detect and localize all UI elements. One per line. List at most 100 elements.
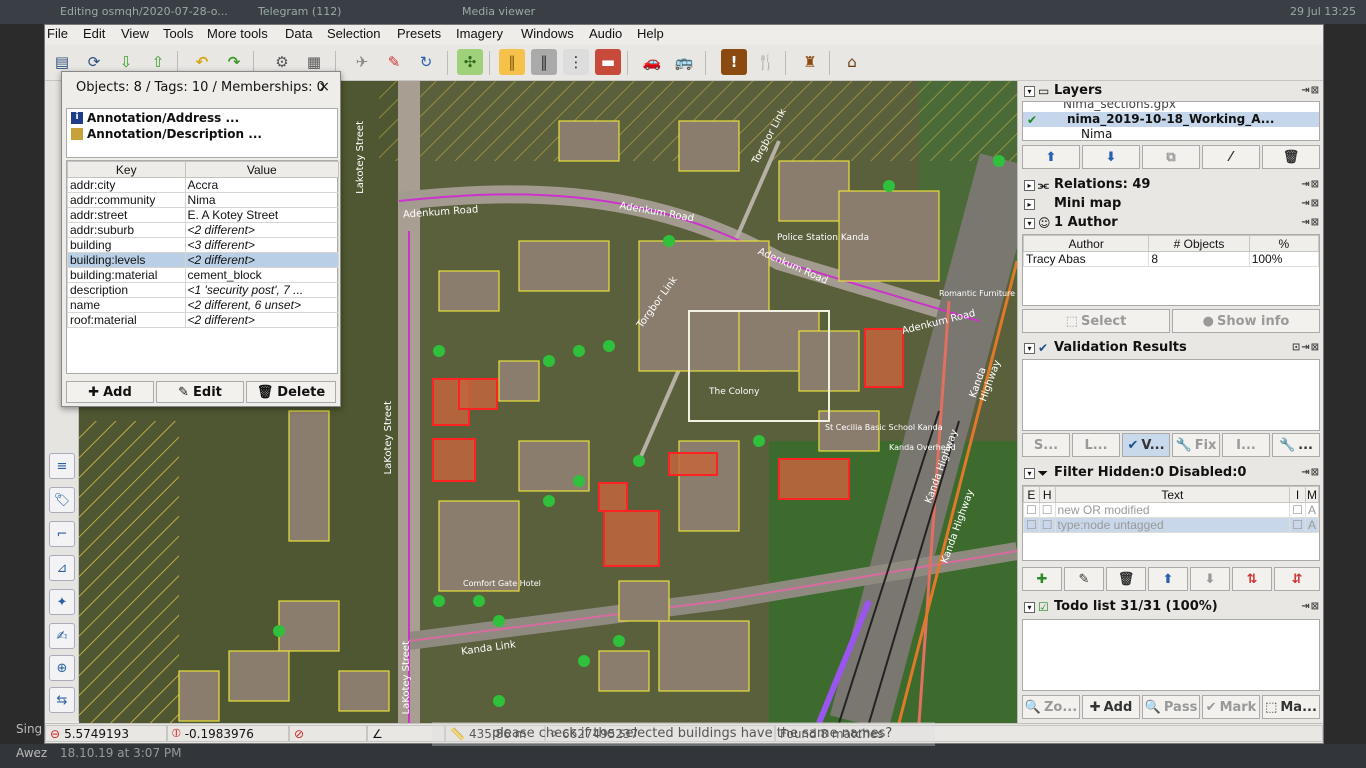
filter-down-icon[interactable]: ⬇ [1190,567,1230,591]
collapse-icon[interactable]: ▾ [1024,343,1035,354]
tag-road-icon[interactable]: ‖ [499,49,525,75]
hidden-checkbox[interactable]: ☐ [1038,502,1056,518]
minimap-panel-header[interactable]: ▸ Mini map ⇥⊠ [1018,196,1324,214]
list-item[interactable]: nima_2019-10-18_Working_A... [1067,112,1274,126]
panel-controls-icon[interactable]: ⇥⊠ [1301,467,1320,478]
tag-barrier-icon[interactable]: ▬ [595,49,621,75]
table-row[interactable]: addr:street E. A Kotey Street [67,207,340,223]
menu-edit[interactable]: Edit [83,26,105,41]
delete-tag-button[interactable]: 🗑 Delete [246,381,336,403]
value-column-header[interactable]: Value [184,161,340,178]
validate-button[interactable]: ✔ V... [1122,433,1170,457]
panel-controls-icon[interactable]: ⇥⊠ [1301,179,1320,190]
mark-todo-button[interactable]: ✔ Mark [1202,695,1260,719]
menu-more-tools[interactable]: More tools [207,26,268,41]
sort-filter-icon[interactable]: ⇅ [1232,567,1272,591]
collapse-icon[interactable]: ▾ [1024,218,1035,229]
menu-data[interactable]: Data [285,26,312,41]
map-paint-icon[interactable]: ✈ [349,49,375,75]
table-row-selected[interactable]: building:levels <2 different> [67,252,340,268]
menu-audio[interactable]: Audio [589,26,622,41]
zoom-icon[interactable]: ⊕ [49,655,75,681]
relations-panel-header[interactable]: ▸ ⫘ Relations: 49 ⇥⊠ [1018,177,1324,195]
layers-panel-header[interactable]: ▾ ▭ Layers ⇥⊠ [1018,83,1324,101]
edit-filter-icon[interactable]: ✎ [1064,567,1104,591]
factory-icon[interactable]: ⌂ [839,49,865,75]
list-item[interactable]: Nima_sections.gpx [1063,102,1176,111]
fix-button[interactable]: 🔧 Fix [1172,433,1220,457]
improve-way-icon[interactable]: ⌐ [49,521,75,547]
table-row[interactable]: roof:material <2 different> [67,312,340,328]
panel-controls-icon[interactable]: ⇥⊠ [1301,85,1320,96]
delete-filter-icon[interactable]: 🗑 [1106,567,1146,591]
menu-imagery[interactable]: Imagery [456,26,503,41]
table-row[interactable]: description <1 'security post', 7 ... [67,282,340,298]
more-todo-button[interactable]: ⬚ Ma... [1262,695,1320,719]
inverted-checkbox[interactable]: ☐ [1289,502,1306,518]
layer-settings-icon[interactable]: ⁄ [1202,145,1260,169]
refresh-icon[interactable]: ↻ [413,49,439,75]
menu-view[interactable]: View [121,26,149,41]
merge-icon[interactable]: ⧉ [1142,145,1200,169]
edit-tag-button[interactable]: ✎ Edit [156,381,244,403]
validation-select-button[interactable]: S... [1022,433,1070,457]
add-filter-icon[interactable]: ✚ [1022,567,1062,591]
extrude-icon[interactable]: ✦ [49,589,75,615]
table-row[interactable]: building <3 different> [67,237,340,253]
validation-lookup-button[interactable]: L... [1072,433,1120,457]
validation-more-button[interactable]: 🔧... [1272,433,1320,457]
draw-icon[interactable]: ✍ [49,623,75,649]
author-panel-header[interactable]: ▾ ☺ 1 Author ⇥⊠ [1018,215,1324,233]
text-column-header[interactable]: Text [1054,486,1291,503]
panel-controls-icon[interactable]: ⇥⊠ [1301,217,1320,228]
list-item[interactable]: i Annotation/Address ... [71,111,239,125]
menu-selection[interactable]: Selection [327,26,380,41]
hidden-column-header[interactable]: H [1038,486,1056,503]
panel-controls-icon[interactable]: ⇥⊠ [1301,198,1320,209]
percent-column-header[interactable]: % [1248,235,1320,252]
tag-lane-icon[interactable]: ‖ [531,49,557,75]
castle-icon[interactable]: ♜ [797,49,823,75]
table-row[interactable]: name <2 different, 6 unset> [67,297,340,313]
menu-help[interactable]: Help [637,26,664,41]
expand-icon[interactable]: ▸ [1024,199,1035,210]
table-row[interactable]: addr:community Nima [67,192,340,208]
restaurant-icon[interactable]: 🍴 [753,49,779,75]
todo-panel-header[interactable]: ▾ ☑ Todo list 31/31 (100%) ⇥⊠ [1018,599,1324,617]
enabled-checkbox[interactable]: ☐ [1023,517,1040,533]
menu-file[interactable]: File [47,26,68,41]
author-column-header[interactable]: Author [1022,235,1150,252]
close-icon[interactable]: × [318,79,330,95]
collapse-icon[interactable]: ▾ [1024,468,1035,479]
enabled-column-header[interactable]: E [1023,486,1040,503]
select-area-icon[interactable]: ⇆ [49,687,75,713]
reverse-filter-icon[interactable]: ⇵ [1274,567,1320,591]
collapse-icon[interactable]: ▾ [1024,86,1035,97]
add-tag-button[interactable]: ✚ Add [66,381,154,403]
panel-controls-icon[interactable]: ⇥⊠ [1301,601,1320,612]
delete-layer-icon[interactable]: 🗑 [1262,145,1320,169]
tag-icon[interactable]: 🏷 [49,487,75,513]
show-info-button[interactable]: ● Show info [1172,309,1320,333]
menu-tools[interactable]: Tools [163,26,193,41]
inverted-column-header[interactable]: I [1289,486,1306,503]
table-row[interactable]: addr:city Accra [67,177,340,193]
move-down-icon[interactable]: ⬇ [1082,145,1140,169]
table-row[interactable]: Tracy Abas 8 100% [1022,251,1320,267]
inverted-checkbox[interactable]: ☐ [1289,517,1306,533]
validation-panel-header[interactable]: ▾ ✔ Validation Results ⊡⇥⊠ [1018,340,1324,358]
ignore-button[interactable]: I... [1222,433,1270,457]
enabled-checkbox[interactable]: ☐ [1023,502,1040,518]
hazard-icon[interactable]: ! [721,49,747,75]
add-todo-button[interactable]: ✚ Add [1082,695,1140,719]
table-row[interactable]: ☐ ☐ new OR modified ☐ A [1023,502,1320,518]
table-row-selected[interactable]: ☐ ☐ type:node untagged ☐ A [1023,517,1320,533]
expand-icon[interactable]: ▸ [1024,180,1035,191]
collapse-icon[interactable]: ▾ [1024,602,1035,613]
filter-up-icon[interactable]: ⬆ [1148,567,1188,591]
move-up-icon[interactable]: ⬆ [1022,145,1080,169]
tag-check-icon[interactable]: ✎ [381,49,407,75]
menu-presets[interactable]: Presets [397,26,441,41]
tag-traffic-light-icon[interactable]: ⋮ [563,49,589,75]
bus-icon[interactable]: 🚌 [671,49,697,75]
